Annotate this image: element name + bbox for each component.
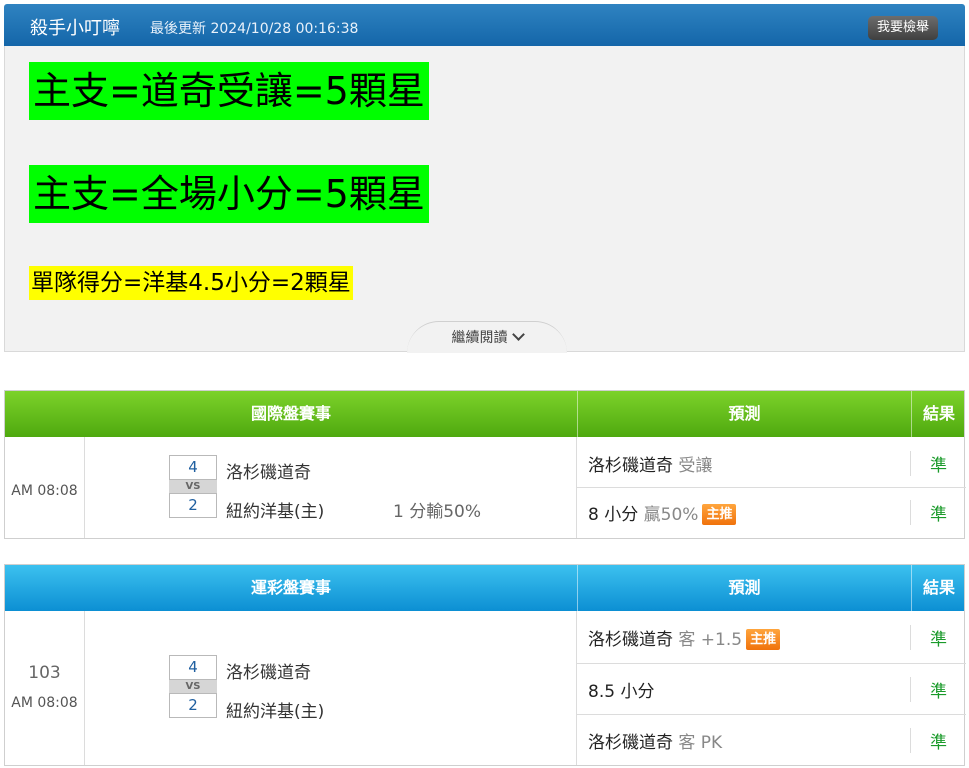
result-2: 準 [930,682,947,702]
row-divider [577,487,966,488]
prediction-pick: 洛杉磯道奇 [588,456,673,476]
result-3: 準 [930,733,947,753]
vs-label: VS [169,680,217,693]
headline-pick-1: 主支=道奇受讓=5顆星 [29,62,429,120]
report-button[interactable]: 我要檢舉 [867,16,938,40]
prediction-pick: 8 小分 [588,505,639,525]
game-info: 103 AM 08:08 [5,611,85,765]
headline-pick-2: 主支=全場小分=5顆星 [29,165,429,223]
home-score: 2 [169,493,217,518]
table-row: 103 AM 08:08 4 VS 2 洛杉磯道奇 紐約洋基(主) 洛杉磯道奇 … [5,611,966,765]
table-row: AM 08:08 4 VS 2 洛杉磯道奇 紐約洋基(主) 1 分輸50% 洛杉… [5,437,966,538]
scoreboard: 4 VS 2 [169,655,217,718]
column-event: 國際盤賽事 [250,404,331,423]
away-score: 4 [169,455,217,480]
prediction-pick: 8.5 小分 [588,682,655,702]
vs-label: VS [169,480,217,493]
last-updated: 最後更新 2024/10/28 00:16:38 [150,21,359,37]
main-pick-badge: 主推 [702,504,737,525]
prediction-pick: 洛杉磯道奇 [588,630,673,650]
headline-pick-3: 單隊得分=洋基4.5小分=2顆星 [29,266,353,300]
result-1: 準 [930,456,947,476]
read-more-button[interactable]: 繼續閱讀 [407,321,567,353]
sports-lottery-table: 運彩盤賽事 預測 結果 103 AM 08:08 4 VS 2 洛杉磯道奇 紐約… [4,564,966,766]
handicap-result: 1 分輸50% [393,502,482,522]
chevron-down-icon [511,328,525,341]
game-time: AM 08:08 [5,437,85,538]
result-2: 準 [930,505,947,525]
prediction-3: 洛杉磯道奇 客 PK [577,728,911,753]
home-team[interactable]: 紐約洋基(主) [226,697,324,722]
prediction-pick: 洛杉磯道奇 [588,733,673,753]
prediction-detail: 受讓 [678,456,713,476]
prediction-2: 8 小分 贏50% 主推 [577,500,911,525]
column-result: 結果 [911,391,966,437]
scoreboard: 4 VS 2 [169,455,217,518]
read-more-label: 繼續閱讀 [451,330,508,346]
row-divider [577,714,966,715]
match-info: 4 VS 2 洛杉磯道奇 紐約洋基(主) [85,611,577,765]
prediction-1: 洛杉磯道奇 受讓 [577,451,911,476]
result-1: 準 [930,630,947,650]
home-team[interactable]: 紐約洋基(主) [226,497,324,522]
prediction-1: 洛杉磯道奇 客 +1.5 主推 [577,625,911,650]
prediction-detail: 客 PK [678,733,723,753]
row-divider [577,663,966,664]
prediction-detail: 客 +1.5 [678,630,743,650]
away-team[interactable]: 洛杉磯道奇 [226,658,311,683]
author-name[interactable]: 殺手小叮嚀 [30,14,120,40]
column-result: 結果 [911,565,966,611]
international-table-header: 國際盤賽事 預測 結果 [5,391,964,437]
article-content: 主支=道奇受讓=5顆星 主支=全場小分=5顆星 單隊得分=洋基4.5小分=2顆星… [4,46,965,353]
column-event: 運彩盤賽事 [250,578,331,597]
game-time: AM 08:08 [11,695,78,711]
match-info: 4 VS 2 洛杉磯道奇 紐約洋基(主) 1 分輸50% [85,437,577,538]
main-pick-badge: 主推 [746,629,781,650]
international-table: 國際盤賽事 預測 結果 AM 08:08 4 VS 2 洛杉磯道奇 紐約洋基(主… [4,390,966,539]
prediction-2: 8.5 小分 [577,677,911,702]
away-score: 4 [169,655,217,680]
game-number: 103 [28,663,61,683]
prediction-detail: 贏50% [643,505,699,525]
home-score: 2 [169,693,217,718]
column-prediction: 預測 [577,565,911,611]
article-header: 殺手小叮嚀 最後更新 2024/10/28 00:16:38 我要檢舉 [4,4,965,46]
away-team[interactable]: 洛杉磯道奇 [226,458,311,483]
sports-lottery-table-header: 運彩盤賽事 預測 結果 [5,565,964,611]
column-prediction: 預測 [577,391,911,437]
